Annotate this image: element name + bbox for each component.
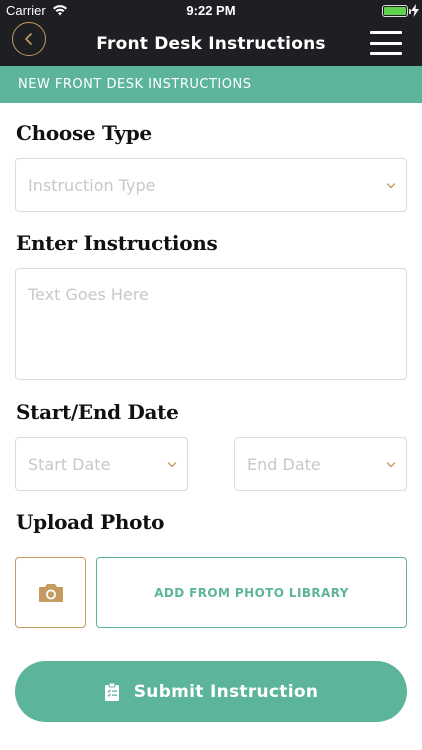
chevron-down-icon [386, 462, 396, 468]
end-date-placeholder: End Date [247, 455, 321, 474]
hamburger-menu-icon[interactable] [370, 31, 402, 55]
page-title: Front Desk Instructions [96, 34, 326, 54]
charging-icon [411, 4, 419, 17]
submit-label: Submit Instruction [133, 681, 319, 702]
choose-type-label: Choose Type [16, 121, 152, 145]
upload-photo-label: Upload Photo [16, 510, 165, 534]
date-label: Start/End Date [16, 400, 179, 424]
instructions-placeholder: Text Goes Here [28, 285, 149, 304]
enter-instructions-label: Enter Instructions [16, 231, 218, 255]
chevron-down-icon [167, 462, 177, 468]
add-from-library-button[interactable]: ADD FROM PHOTO LIBRARY [96, 557, 407, 628]
battery-icon [382, 5, 408, 17]
camera-icon [38, 583, 63, 602]
take-photo-button[interactable] [15, 557, 86, 628]
start-date-placeholder: Start Date [28, 455, 111, 474]
status-bar: Carrier 9:22 PM [0, 0, 422, 22]
end-date-select[interactable]: End Date [234, 437, 407, 491]
submit-instruction-button[interactable]: Submit Instruction [15, 661, 407, 722]
instruction-type-placeholder: Instruction Type [28, 176, 156, 195]
section-banner: NEW FRONT DESK INSTRUCTIONS [0, 66, 422, 103]
clock: 9:22 PM [186, 3, 236, 18]
chevron-down-icon [386, 183, 396, 189]
start-date-select[interactable]: Start Date [15, 437, 188, 491]
nav-bar: Front Desk Instructions [0, 22, 422, 66]
instructions-textarea[interactable]: Text Goes Here [15, 268, 407, 380]
instruction-type-select[interactable]: Instruction Type [15, 158, 407, 212]
clipboard-icon [104, 682, 119, 701]
